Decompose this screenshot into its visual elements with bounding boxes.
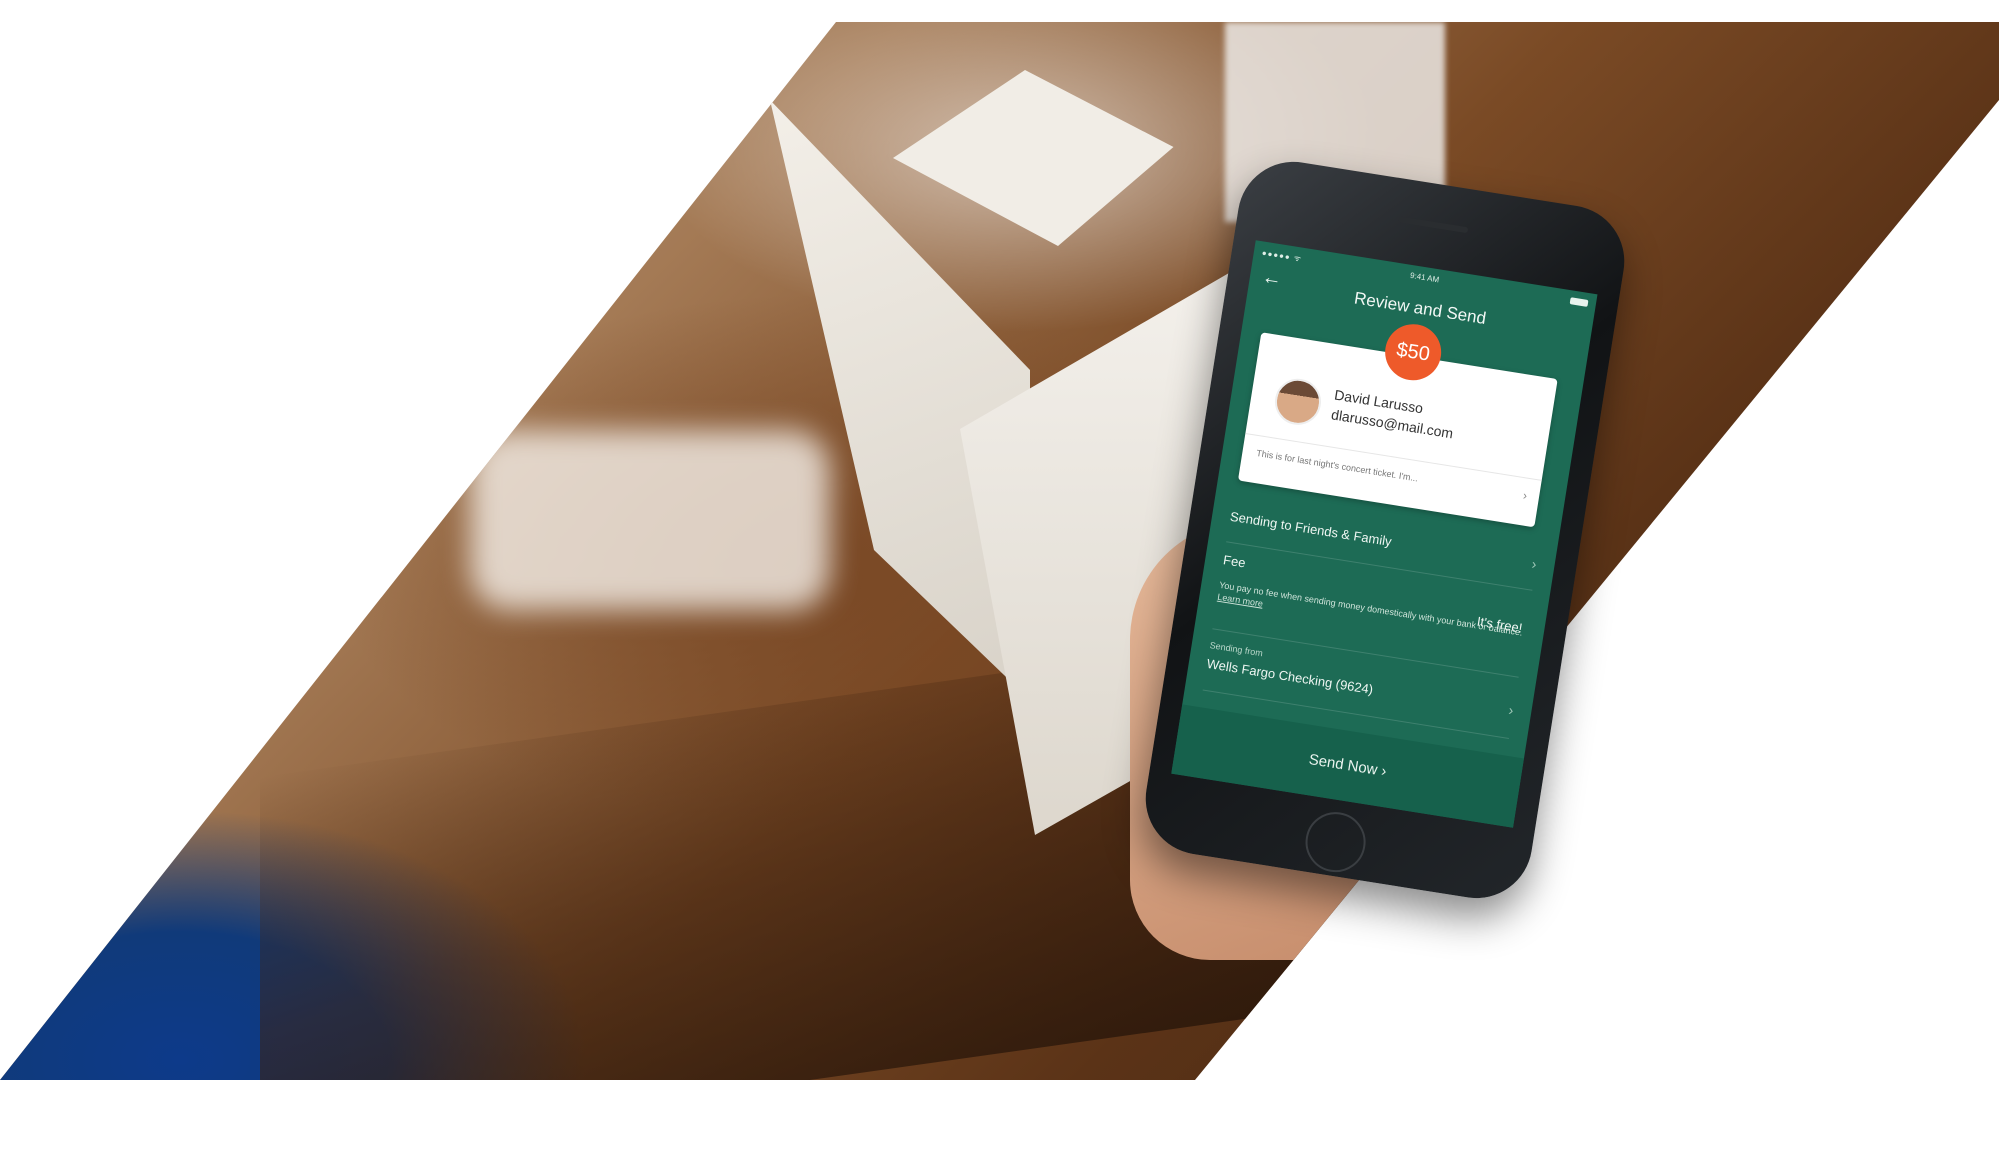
chevron-right-icon: › [1507, 701, 1515, 719]
signal-icon: ●●●●● ᯤ [1261, 248, 1303, 264]
napkin [470, 430, 830, 610]
fee-label: Fee [1222, 552, 1247, 571]
status-time: 9:41 AM [1409, 270, 1440, 285]
chevron-right-icon: › [1522, 488, 1529, 503]
recipient-card: $50 David Larusso dlarusso@mail.com This… [1237, 320, 1558, 528]
amount-badge: $50 [1381, 320, 1446, 385]
battery-icon [1569, 297, 1589, 307]
chevron-right-icon: › [1530, 555, 1538, 573]
avatar [1271, 375, 1325, 429]
photo-background [0, 22, 1999, 1080]
note-row[interactable]: This is for last night's concert ticket.… [1239, 432, 1542, 521]
sending-to-label: Sending to Friends & Family [1229, 508, 1393, 550]
fee-description-text: You pay no fee when sending money domest… [1218, 579, 1524, 638]
note-text: This is for last night's concert ticket.… [1255, 448, 1419, 484]
